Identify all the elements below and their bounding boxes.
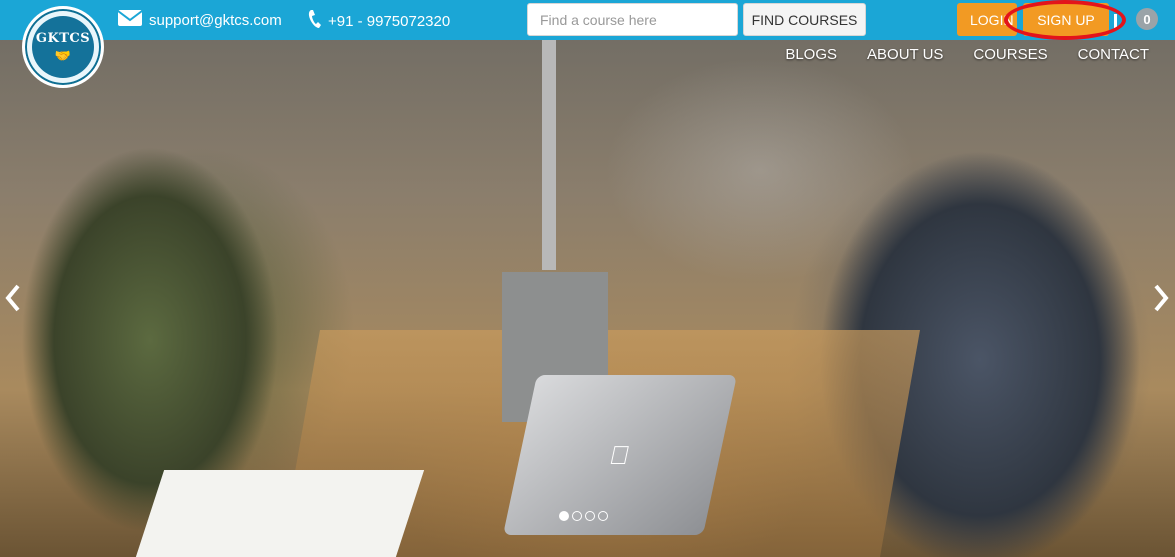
site-logo[interactable]: GKTCS 🤝 — [22, 6, 104, 88]
chevron-right-icon[interactable] — [1153, 284, 1169, 318]
nav-item-about-us[interactable]: ABOUT US — [867, 46, 943, 63]
find-courses-button[interactable]: FIND COURSES — [743, 3, 866, 36]
lamp-pole — [542, 40, 556, 270]
carousel-dot-1[interactable] — [559, 511, 569, 521]
carousel-dot-3[interactable] — [585, 511, 595, 521]
apple-logo-icon:  — [607, 440, 633, 471]
login-label: LOGIN — [970, 11, 1014, 28]
cart-count-badge: 0 — [1136, 8, 1158, 30]
laptop:  — [502, 375, 738, 535]
contact-phone[interactable]: +91 - 9975072320 — [308, 9, 450, 33]
carousel-dot-2[interactable] — [572, 511, 582, 521]
handshake-icon: 🤝 — [54, 47, 72, 63]
phone-icon — [308, 9, 322, 33]
notebook — [135, 470, 425, 557]
logo-text: GKTCS — [35, 30, 91, 46]
search-input[interactable] — [527, 3, 738, 36]
carousel-indicators — [559, 511, 608, 521]
chevron-left-icon[interactable] — [5, 284, 21, 318]
nav-item-blogs[interactable]: BLOGS — [785, 46, 837, 63]
carousel-dot-4[interactable] — [598, 511, 608, 521]
logo-badge: GKTCS 🤝 — [32, 16, 94, 78]
phone-text: +91 - 9975072320 — [328, 12, 451, 30]
envelope-icon — [117, 9, 143, 31]
hero-carousel-image:  — [0, 0, 1175, 557]
contact-email[interactable]: support@gktcs.com — [117, 9, 282, 31]
signup-button[interactable]: SIGN UP — [1023, 3, 1109, 36]
nav-item-courses[interactable]: COURSES — [973, 46, 1047, 63]
email-text: support@gktcs.com — [149, 11, 282, 29]
login-button[interactable]: LOGIN — [957, 3, 1017, 36]
nav-item-contact[interactable]: CONTACT — [1078, 46, 1149, 63]
cart-icon[interactable] — [1112, 8, 1126, 30]
main-nav: BLOGS ABOUT US COURSES CONTACT — [785, 46, 1149, 63]
